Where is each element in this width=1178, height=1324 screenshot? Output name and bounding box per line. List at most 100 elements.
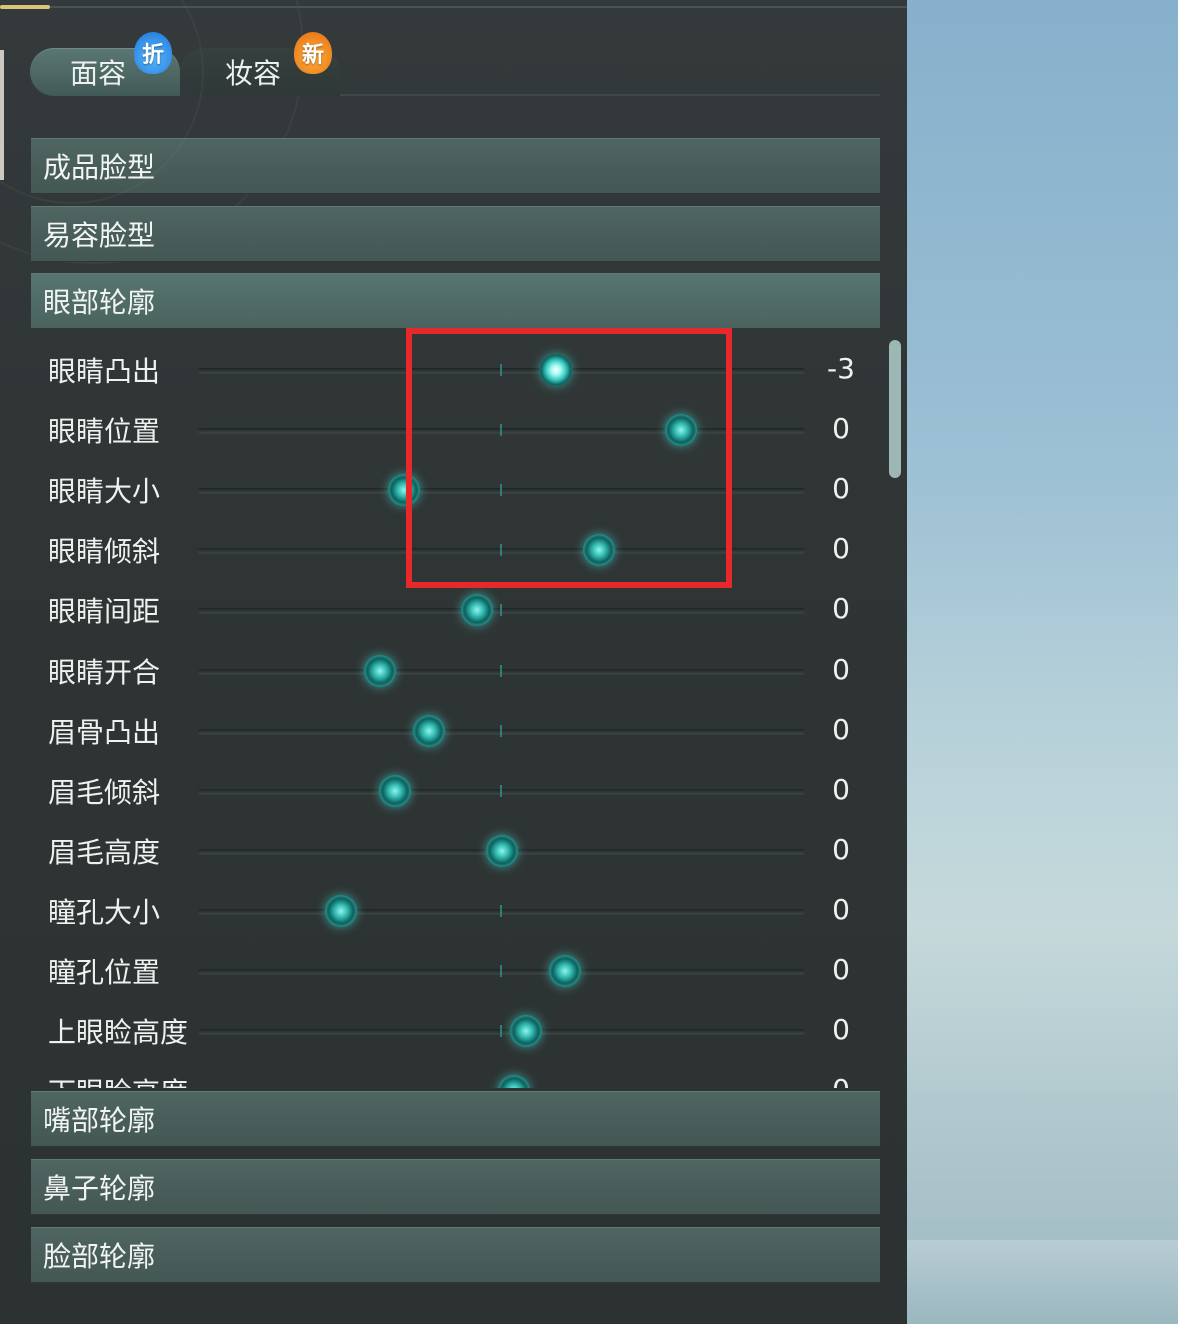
eye-slider-list: 眼睛凸出 -3 眼睛位置 0 眼睛大小 0 眼睛倾斜 0 眼睛间距 0 眼睛开合 0 眉骨凸出 0 眉毛倾斜… — [31, 340, 880, 1088]
slider-track[interactable] — [198, 354, 805, 386]
slider-thumb[interactable] — [518, 354, 595, 386]
slider-value: 0 — [832, 532, 850, 566]
slider-value: 0 — [832, 652, 850, 686]
slider-center-tick — [500, 664, 502, 677]
slider-track[interactable] — [198, 774, 805, 807]
slider-row: 眼睛开合 0 — [31, 641, 880, 701]
section-label: 嘴部轮廓 — [43, 1104, 156, 1137]
scene-backdrop — [907, 0, 1178, 1324]
slider-label: 眉毛倾斜 — [48, 775, 161, 809]
slider-label: 下眼睑高度 — [48, 1071, 188, 1088]
slider-center-tick — [500, 364, 502, 376]
slider-track[interactable] — [198, 654, 805, 687]
tab-face[interactable]: 面容 折 — [30, 32, 180, 96]
slider-row: 瞳孔大小 0 — [31, 881, 880, 941]
slider-track[interactable] — [198, 474, 805, 507]
slider-label: 眼睛位置 — [48, 415, 161, 449]
slider-value: 0 — [832, 953, 850, 986]
new-badge-icon: 新 — [294, 32, 332, 74]
discount-badge-icon: 折 — [134, 32, 172, 74]
section-label: 眼部轮廓 — [43, 286, 156, 319]
slider-thumb[interactable] — [463, 834, 540, 867]
slider-track[interactable] — [198, 534, 805, 567]
section-face-contour[interactable]: 脸部轮廓 — [31, 1227, 880, 1283]
slider-label: 眉毛高度 — [48, 835, 161, 869]
slider-thumb[interactable] — [390, 714, 467, 747]
top-divider — [0, 6, 907, 8]
slider-label: 眼睛倾斜 — [48, 535, 161, 569]
slider-thumb[interactable] — [366, 474, 443, 507]
tab-bar: 面容 折 妆容 新 — [30, 30, 880, 96]
slider-value: 0 — [832, 472, 850, 506]
slider-track[interactable] — [198, 834, 805, 867]
slider-label: 瞳孔大小 — [48, 895, 161, 929]
left-edge-marker — [0, 50, 4, 180]
section-nose-contour[interactable]: 鼻子轮廓 — [31, 1159, 880, 1215]
section-preset-face[interactable]: 成品脸型 — [31, 138, 880, 194]
slider-label: 眼睛开合 — [48, 655, 161, 689]
slider-row: 眉毛高度 0 — [31, 821, 880, 881]
face-customization-panel: 面容 折 妆容 新 成品脸型 易容脸型 眼部轮廓 眼睛凸出 -3 眼睛位置 0 眼睛大小… — [0, 0, 907, 1324]
slider-thumb[interactable] — [487, 1015, 564, 1048]
slider-row: 眉毛倾斜 0 — [31, 761, 880, 821]
section-label: 鼻子轮廓 — [43, 1172, 156, 1205]
slider-track[interactable] — [198, 955, 805, 987]
slider-center-tick — [500, 424, 502, 437]
slider-track[interactable] — [198, 594, 805, 627]
slider-row: 上眼睑高度 0 — [31, 1001, 880, 1061]
scrollbar[interactable] — [889, 340, 901, 478]
slider-thumb[interactable] — [560, 534, 637, 567]
slider-label: 眉骨凸出 — [48, 715, 161, 749]
slider-label: 眼睛大小 — [48, 475, 161, 509]
slider-label: 瞳孔位置 — [48, 956, 161, 989]
slider-thumb[interactable] — [439, 594, 516, 627]
slider-track[interactable] — [198, 414, 805, 447]
slider-row: 眼睛间距 0 — [31, 580, 880, 640]
slider-row: 下眼睑高度 0 — [31, 1061, 880, 1088]
section-label: 脸部轮廓 — [43, 1240, 156, 1273]
slider-row: 瞳孔位置 0 — [31, 941, 880, 1001]
slider-thumb[interactable] — [497, 1075, 530, 1088]
slider-center-tick — [500, 604, 502, 617]
slider-center-tick — [500, 904, 502, 917]
slider-row: 眼睛位置 0 — [31, 400, 880, 460]
slider-row: 眼睛倾斜 0 — [31, 520, 880, 580]
slider-thumb[interactable] — [342, 654, 419, 687]
slider-row: 眉骨凸出 0 — [31, 701, 880, 761]
slider-track[interactable] — [198, 894, 805, 927]
slider-center-tick — [500, 484, 502, 497]
slider-label: 眼睛凸出 — [48, 355, 161, 388]
slider-value: 0 — [832, 592, 850, 626]
slider-track[interactable] — [198, 1015, 805, 1048]
tab-face-label: 面容 — [69, 57, 126, 90]
slider-center-tick — [500, 724, 502, 737]
slider-value: 0 — [832, 892, 850, 926]
slider-row: 眼睛大小 0 — [31, 460, 880, 520]
slider-thumb[interactable] — [357, 774, 434, 807]
section-mouth-contour[interactable]: 嘴部轮廓 — [31, 1091, 880, 1147]
tab-makeup-label: 妆容 — [224, 57, 281, 90]
slider-value: 0 — [832, 1013, 850, 1047]
slider-label: 眼睛间距 — [48, 595, 161, 629]
slider-value: -3 — [827, 352, 855, 385]
top-accent-bar — [0, 5, 50, 9]
slider-center-tick — [500, 965, 502, 977]
slider-thumb[interactable] — [642, 414, 719, 447]
slider-label: 上眼睑高度 — [48, 1016, 189, 1050]
slider-value: 0 — [832, 412, 850, 446]
slider-thumb[interactable] — [527, 955, 604, 987]
slider-value: 0 — [832, 712, 850, 746]
slider-row: 眼睛凸出 -3 — [31, 340, 880, 400]
slider-center-tick — [500, 1025, 502, 1038]
tab-makeup[interactable]: 妆容 新 — [180, 32, 340, 96]
slider-value: 0 — [821, 1073, 861, 1088]
section-disguise-face[interactable]: 易容脸型 — [31, 206, 880, 262]
section-label: 成品脸型 — [43, 151, 156, 184]
slider-value: 0 — [832, 772, 850, 806]
slider-thumb[interactable] — [302, 894, 379, 927]
slider-value: 0 — [832, 832, 850, 866]
section-eye-contour[interactable]: 眼部轮廓 — [31, 273, 880, 329]
section-label: 易容脸型 — [43, 219, 156, 252]
slider-center-tick — [500, 784, 502, 797]
slider-track[interactable] — [198, 714, 805, 747]
